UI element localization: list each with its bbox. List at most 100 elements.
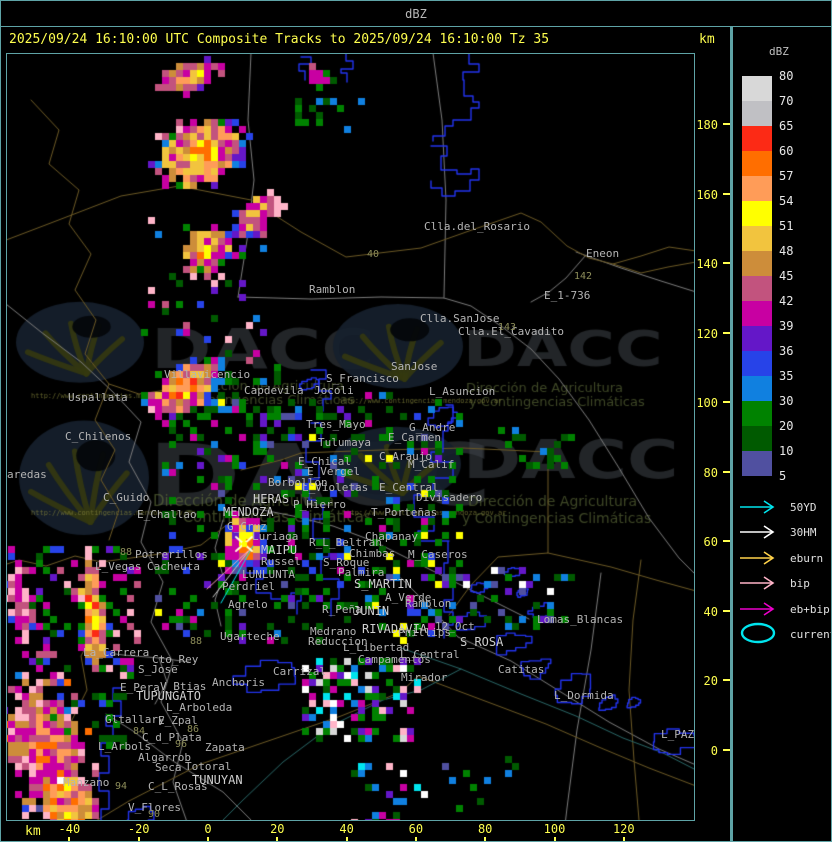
place-label-russel: Russel — [261, 555, 301, 568]
place-label-e_carmen: E_Carmen — [388, 431, 441, 444]
30HM-arrow-icon — [740, 525, 775, 540]
radar-map[interactable]: Clla.del_Rosario Eneon E_1-736 Ramblon Clla.… — [6, 53, 695, 821]
y-axis-unit-label: km — [699, 32, 715, 47]
road-number-label: 88 — [120, 547, 133, 558]
legend-marker-eburn: eburn — [738, 548, 831, 570]
place-label-l_violetas: L_Violetas — [302, 481, 369, 494]
legend-marker-label: current — [790, 628, 832, 641]
dbz-swatch-36 — [742, 351, 772, 376]
x-tick--20: -20 — [117, 822, 161, 841]
place-label-cacheuta: Cacheuta — [147, 560, 200, 573]
legend-marker-label: eburn — [790, 551, 824, 565]
place-label-eneon: Eneon — [586, 247, 620, 260]
y-tick-100: 100 — [696, 396, 730, 410]
map-label-layer: Clla.del_Rosario Eneon E_1-736 Ramblon Clla.… — [7, 54, 694, 820]
place-label-s_rosa: S_ROSA — [460, 635, 504, 649]
place-label-e_challao: E_Challao — [137, 508, 197, 521]
legend-marker-50YD: 50YD — [738, 497, 831, 519]
legend-marker-label: 30HM — [790, 526, 817, 540]
place-label-l_vegas: L_Vegas — [95, 560, 142, 573]
dbz-scale-value: 35 — [779, 369, 794, 383]
dbz-scale-value: 80 — [779, 69, 794, 83]
x-tick-20: 20 — [255, 822, 299, 841]
place-label-tulumaya: Tulumaya — [318, 436, 371, 449]
place-label-villavicencio: Villavicencio — [164, 368, 251, 381]
place-label-c_chilenos: C_Chilenos — [65, 430, 132, 443]
place-label-l_dormida: L_Dormida — [554, 689, 614, 702]
dbz-scale-value: 45 — [779, 269, 794, 283]
legend-marker-current: current — [738, 622, 832, 646]
dbz-scale-value: 42 — [779, 294, 794, 308]
place-label-gltallary: Gltallary — [105, 713, 165, 726]
place-label-p_hierro: P_Hierro — [293, 498, 346, 511]
dbz-swatch-51 — [742, 226, 772, 251]
y-tick-40: 40 — [696, 605, 730, 619]
place-label-divisadero: Divisadero — [416, 491, 483, 504]
road-number-label: 86 — [187, 724, 200, 735]
dbz-scale-value: 51 — [779, 219, 794, 233]
timestamp-text: 2025/09/24 16:10:00 UTC Composite Tracks… — [9, 32, 550, 47]
radar-app-window: dBZ 2025/09/24 16:10:00 UTC Composite Tr… — [0, 0, 832, 842]
place-label-l_arboleda: L_Arboleda — [166, 701, 233, 714]
place-label-sanjose: SanJose — [391, 360, 438, 373]
dbz-scale-value: 54 — [779, 194, 794, 208]
place-label-junin: JUNIN — [353, 604, 390, 618]
y-tick-120: 120 — [696, 327, 730, 341]
place-label-aredas: aredas — [7, 468, 47, 481]
legend-marker-label: eb+bip — [790, 602, 830, 616]
legend-panel: dBZ 80 70 65 60 57 54 51 48 45 42 39 36 35 30 20 10 5 50… — [730, 27, 832, 841]
place-label-clla.del_rosario: Clla.del_Rosario — [424, 220, 530, 233]
place-label-agrelo: Agrelo — [228, 598, 268, 611]
place-label-capdevila: Capdevila — [244, 384, 304, 397]
dbz-swatch-48 — [742, 251, 772, 276]
y-tick-160: 160 — [696, 188, 730, 202]
place-label-ugarteche: Ugarteche — [220, 630, 280, 643]
current-ellipse-icon — [740, 622, 776, 644]
x-tick-80: 80 — [463, 822, 507, 841]
road-number-label: 96 — [175, 739, 188, 750]
dbz-swatch-42 — [742, 301, 772, 326]
place-label-carrizal: Carrizal — [273, 665, 326, 678]
timestamp-bar: 2025/09/24 16:10:00 UTC Composite Tracks… — [1, 27, 728, 53]
y-axis: 180 160 140 120 100 80 60 40 20 0 — [696, 53, 730, 823]
dbz-scale-value: 30 — [779, 394, 794, 408]
dbz-scale-value: 5 — [779, 469, 787, 483]
road-number-label: 88 — [190, 636, 203, 647]
dbz-scale-value: 48 — [779, 244, 794, 258]
dbz-swatch-45 — [742, 276, 772, 301]
product-title: dBZ — [405, 6, 427, 21]
dbz-swatch-30 — [742, 401, 772, 426]
place-label-lomas_blancas: Lomas_Blancas — [537, 613, 624, 626]
place-label-s_francisco: S_Francisco — [326, 372, 399, 385]
place-label-phillips: Phillips — [398, 626, 451, 639]
legend-title: dBZ — [769, 45, 789, 58]
x-tick-40: 40 — [325, 822, 369, 841]
x-tick-100: 100 — [533, 822, 577, 841]
y-tick-140: 140 — [696, 257, 730, 271]
x-tick-60: 60 — [394, 822, 438, 841]
road-number-label: 142 — [574, 271, 593, 282]
dbz-scale-value: 60 — [779, 144, 794, 158]
dbz-swatch-80 — [742, 76, 772, 101]
place-label-ramblon: Ramblon — [405, 597, 452, 610]
place-label-s_martin: S_MARTIN — [354, 577, 412, 591]
place-label-manzano: Manzano — [63, 776, 110, 789]
road-number-label: 94 — [115, 781, 128, 792]
place-label-perdriel: Perdriel — [222, 580, 275, 593]
place-label-campamentos: Campamentos — [358, 653, 431, 666]
place-label-m_calif: M_Calif — [408, 458, 455, 471]
road-number-label: 40 — [367, 249, 380, 260]
y-tick-60: 60 — [696, 535, 730, 549]
y-tick-20: 20 — [696, 674, 730, 688]
x-tick-120: 120 — [602, 822, 646, 841]
place-label-heras: HERAS — [253, 492, 290, 506]
place-label-jocoli: Jocoli — [314, 384, 354, 397]
dbz-scale-value: 36 — [779, 344, 794, 358]
place-label-ramblon: Ramblon — [309, 283, 356, 296]
place-label-lunlunta: LUNLUNTA — [242, 568, 295, 581]
road-number-label: 84 — [133, 726, 146, 737]
place-label-la_carrera: La_Carrera — [83, 646, 150, 659]
legend-marker-bip: bip — [738, 573, 831, 595]
dbz-swatch-54 — [742, 201, 772, 226]
place-label-t_porteñas: T_Porteñas — [371, 506, 438, 519]
